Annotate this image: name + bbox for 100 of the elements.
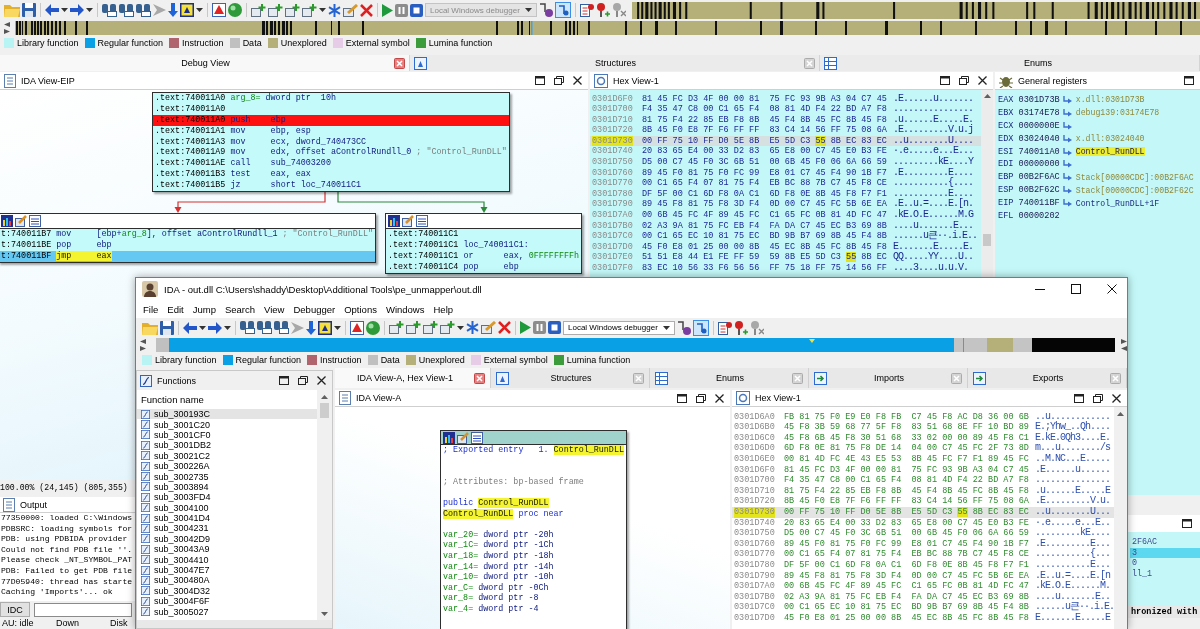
pin-icon[interactable] [733,320,748,335]
add-icon[interactable] [406,321,421,334]
navigation-band[interactable] [631,1,1200,19]
function-item[interactable]: sub_300480A [137,575,317,586]
play-icon[interactable] [520,321,531,334]
restore-icon[interactable] [696,393,706,403]
pencil-icon[interactable] [481,321,496,334]
hook-ball-icon[interactable] [538,3,553,17]
hook-tile-icon[interactable] [692,319,709,336]
stack-row[interactable]: 3 [1130,547,1200,559]
cross-icon[interactable] [498,321,511,334]
menu-item[interactable]: Jump [192,303,216,315]
scrollbar[interactable] [1114,407,1127,629]
function-item[interactable]: sub_3001C20 [137,419,317,430]
pin-icon[interactable] [595,3,610,17]
add-icon[interactable] [251,3,266,17]
play-icon[interactable] [382,3,393,17]
caret-icon[interactable] [199,325,206,330]
left-arrow-icon[interactable] [45,4,59,16]
register-value[interactable]: 00B2F6AC [1018,172,1060,183]
stop-icon[interactable] [410,3,423,17]
pause-icon[interactable] [533,321,546,334]
menu-item[interactable]: Edit [167,303,184,315]
function-item[interactable]: sub_3004231 [137,523,317,534]
close-icon[interactable] [978,76,987,85]
scroll-thumb[interactable] [320,403,329,418]
right-arrow-icon[interactable] [208,321,222,334]
close-icon[interactable] [1112,393,1121,403]
maximize-icon[interactable] [1071,284,1081,294]
sphere-icon[interactable] [228,3,242,17]
caret-icon[interactable] [86,8,93,12]
register-value[interactable]: 03024040 [1018,133,1060,144]
maximize-icon[interactable] [677,393,687,403]
add-icon[interactable] [302,3,317,17]
function-item[interactable]: sub_30042D9 [137,533,317,545]
register-value[interactable]: 00000000 [1018,159,1060,170]
hook-tile-icon[interactable] [554,2,571,18]
column-header[interactable]: Function name [141,394,204,405]
function-item[interactable]: sub_3004410 [137,554,317,565]
menu-item[interactable]: Search [224,303,256,315]
menu-item[interactable]: Options [344,303,377,315]
maximize-icon[interactable] [1184,76,1194,85]
function-item[interactable]: sub_30043A9 [137,544,317,555]
function-item[interactable]: sub_30047E7 [137,564,317,576]
stack-row[interactable]: ll_1 [1130,568,1200,580]
pause-icon[interactable] [395,3,408,17]
debugger-dropdown[interactable]: Local Windows debugger [563,320,675,335]
register-target[interactable]: Control_RunDLL+1F [1075,198,1160,208]
navigation-band[interactable] [15,21,1200,35]
tab[interactable]: Enums [650,368,809,388]
add-icon[interactable] [268,3,283,17]
maximize-icon[interactable] [1074,393,1084,403]
left-arrow-icon[interactable] [183,321,197,334]
function-item[interactable]: sub_300193C [137,409,317,420]
function-item[interactable]: sub_3005027 [137,606,317,617]
caret-icon[interactable] [224,325,231,330]
sphere-icon[interactable] [366,320,380,335]
scroll-thumb[interactable] [983,234,991,246]
function-item[interactable]: sub_3003FD4 [137,492,317,503]
function-item[interactable]: sub_3002735 [137,471,317,482]
tab[interactable]: Debug View [0,55,410,71]
down-arrow-icon[interactable] [168,3,178,17]
binoculars-icon[interactable] [136,3,151,17]
register-value[interactable]: 0301D73B [1018,94,1060,105]
pencil-icon[interactable] [343,3,358,17]
menu-item[interactable]: View [264,303,285,315]
add-icon[interactable] [389,321,404,334]
add-icon[interactable] [440,321,455,334]
graph-node[interactable]: t:740011B7 mov [ebp+arg_8], offset aControlRundll_1 ; "Control_RunDLL" t:740011BE pop ebp t:740011BF jmp eax [0,213,376,263]
function-item[interactable]: sub_30041D4 [137,512,317,524]
binoculars-icon[interactable] [257,321,272,334]
right-arrow-icon[interactable] [70,4,84,16]
menu-item[interactable]: Help [433,303,454,315]
up-arrow-icon[interactable] [983,94,991,98]
down-arrow-icon[interactable] [306,320,316,335]
tab[interactable]: IDA View-A, Hex View-1 [335,368,491,388]
register-value[interactable]: 00000202 [1018,210,1060,221]
register-value[interactable]: 00B2F62C [1018,185,1060,196]
hook-ball-icon[interactable] [676,320,691,335]
menu-item[interactable]: Debugger [293,303,336,315]
list-icon[interactable] [579,3,594,17]
register-value[interactable]: 740011BF [1018,198,1060,209]
maximize-icon[interactable] [1182,519,1192,528]
command-field[interactable] [34,602,132,617]
tile-icon[interactable] [318,320,332,335]
add-icon[interactable] [423,321,438,334]
close-icon[interactable] [715,393,724,403]
list-icon[interactable] [717,320,732,335]
tile-icon[interactable] [180,3,194,17]
warning-icon[interactable] [212,3,226,17]
function-item[interactable]: sub_300226A [137,460,317,472]
function-item[interactable]: sub_3001DB2 [137,440,317,451]
close-icon[interactable] [1107,284,1117,294]
close-icon[interactable] [573,76,582,85]
pin-icon[interactable] [749,320,764,335]
function-item[interactable]: sub_3004100 [137,502,317,513]
menu-item[interactable]: File [143,303,159,315]
scrollbar[interactable] [317,390,332,620]
tab[interactable]: Structures [410,55,820,71]
caret-icon[interactable] [319,8,326,12]
